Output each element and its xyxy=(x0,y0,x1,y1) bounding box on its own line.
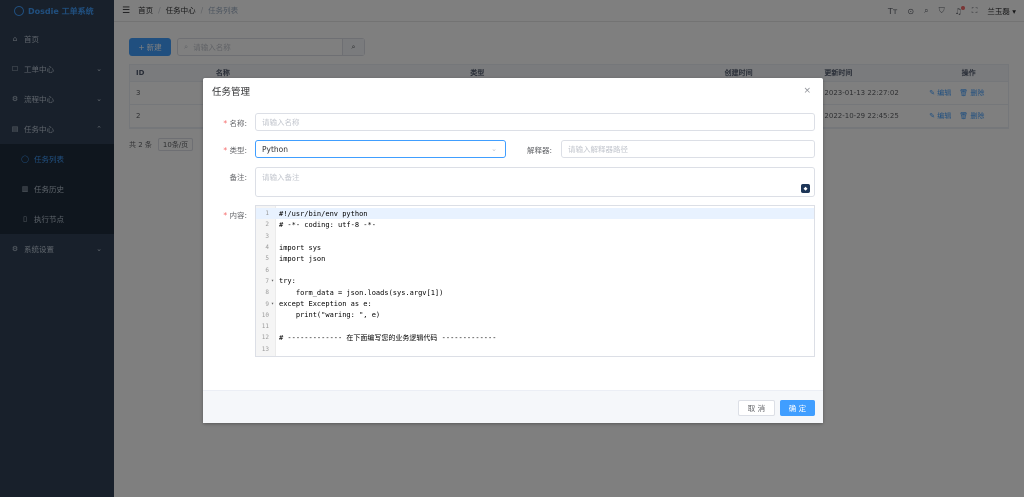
line-number: 9 xyxy=(265,300,269,308)
chevron-down-icon: ⌄ xyxy=(491,145,497,153)
line-number: 1 xyxy=(265,210,269,218)
line-number: 11 xyxy=(261,323,269,331)
name-placeholder: 请输入名称 xyxy=(262,117,300,127)
line-number: 10 xyxy=(261,311,269,319)
dialog-header: 任务管理 × xyxy=(203,78,823,104)
content-label: 内容: xyxy=(207,210,247,221)
code-line[interactable]: 8 form_data = json.loads(sys.argv[1]) xyxy=(256,287,814,298)
name-input[interactable]: 请输入名称 xyxy=(255,113,815,131)
code-line[interactable]: 12 # ------------- 在下面编写您的业务逻辑代码 --------… xyxy=(256,332,814,343)
code-text: except Exception as e: xyxy=(279,300,372,309)
line-number: 7 xyxy=(265,277,269,285)
type-select[interactable]: Python ⌄ xyxy=(255,140,506,158)
name-label: 名称: xyxy=(207,118,247,129)
cancel-button[interactable]: 取 消 xyxy=(738,400,775,416)
type-label: 类型: xyxy=(207,145,247,156)
code-text: print("waring: ", e) xyxy=(279,311,381,320)
code-text: # ------------- 在下面编写您的业务逻辑代码 ----------… xyxy=(279,333,497,342)
remark-placeholder: 请输入备注 xyxy=(262,173,300,182)
code-line[interactable]: 6 xyxy=(256,265,814,276)
dialog-footer: 取 消 确 定 xyxy=(203,390,823,423)
line-number: 8 xyxy=(265,289,269,297)
fold-arrow-icon[interactable]: ▾ xyxy=(269,301,276,307)
grammar-icon[interactable]: ◆ xyxy=(801,184,810,193)
remark-label: 备注: xyxy=(229,173,247,182)
dialog-title: 任务管理 xyxy=(212,87,251,98)
code-line[interactable]: 1 #!/usr/bin/env python xyxy=(256,208,814,220)
code-line[interactable]: 13 xyxy=(256,344,814,355)
fold-arrow-icon[interactable]: ▾ xyxy=(269,278,276,284)
code-line[interactable]: 11 xyxy=(256,321,814,332)
code-text: import sys xyxy=(279,243,322,252)
close-icon[interactable]: × xyxy=(803,86,811,96)
code-text: #!/usr/bin/env python xyxy=(279,209,368,218)
code-text: try: xyxy=(279,277,296,286)
line-number: 5 xyxy=(265,255,269,263)
code-line[interactable]: 4 import sys xyxy=(256,242,814,253)
line-number: 13 xyxy=(261,345,269,353)
code-line[interactable]: 9 ▾ except Exception as e: xyxy=(256,298,814,309)
interpreter-label: 解释器: xyxy=(526,146,552,155)
code-line[interactable]: 10 print("waring: ", e) xyxy=(256,310,814,321)
type-value: Python xyxy=(262,144,288,154)
confirm-button[interactable]: 确 定 xyxy=(780,400,815,416)
code-line[interactable]: 7 ▾ try: xyxy=(256,276,814,287)
code-text: form_data = json.loads(sys.argv[1]) xyxy=(279,288,444,297)
code-line[interactable]: 3 xyxy=(256,231,814,242)
interpreter-placeholder: 请输入解释器路径 xyxy=(568,144,628,154)
line-number: 6 xyxy=(265,266,269,274)
remark-textarea[interactable]: 请输入备注 ◆ xyxy=(255,167,815,197)
code-editor[interactable]: 1 #!/usr/bin/env python 2 # -*- coding: utf… xyxy=(255,205,815,357)
interpreter-input[interactable]: 请输入解释器路径 xyxy=(561,140,815,158)
line-number: 4 xyxy=(265,244,269,252)
code-line[interactable]: 5 import json xyxy=(256,253,814,264)
code-line[interactable]: 2 # -*- coding: utf-8 -*- xyxy=(256,219,814,230)
code-text: import json xyxy=(279,254,326,263)
line-number: 12 xyxy=(261,334,269,342)
line-number: 2 xyxy=(265,221,269,229)
code-text: # -*- coding: utf-8 -*- xyxy=(279,220,376,229)
line-number: 3 xyxy=(265,232,269,240)
